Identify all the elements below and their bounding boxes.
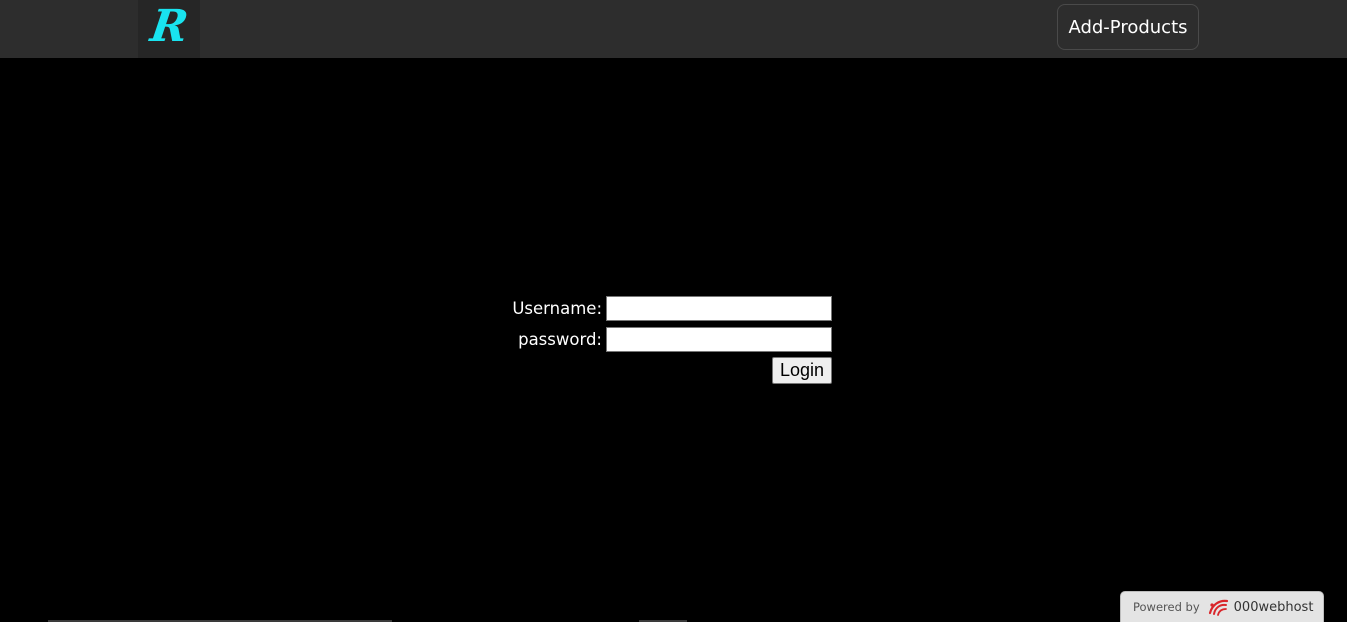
- password-label: password:: [518, 330, 602, 349]
- add-products-button[interactable]: Add-Products: [1057, 4, 1199, 50]
- powered-by-label: Powered by: [1133, 600, 1200, 614]
- login-button[interactable]: Login: [772, 357, 832, 384]
- site-logo[interactable]: R: [138, 0, 200, 58]
- powered-by-badge[interactable]: Powered by 000webhost: [1120, 591, 1324, 622]
- username-label: Username:: [512, 299, 602, 318]
- logo-letter: R: [147, 1, 191, 52]
- host-name: 000webhost: [1233, 599, 1314, 615]
- username-row: Username:: [480, 295, 832, 322]
- password-input[interactable]: [606, 327, 832, 352]
- username-input[interactable]: [606, 296, 832, 321]
- password-row: password:: [480, 326, 832, 353]
- 000webhost-logo-icon: [1207, 597, 1229, 617]
- top-navbar: R Add-Products: [0, 0, 1347, 58]
- login-form: Username: password: Login: [480, 295, 832, 384]
- submit-row: Login: [480, 357, 832, 384]
